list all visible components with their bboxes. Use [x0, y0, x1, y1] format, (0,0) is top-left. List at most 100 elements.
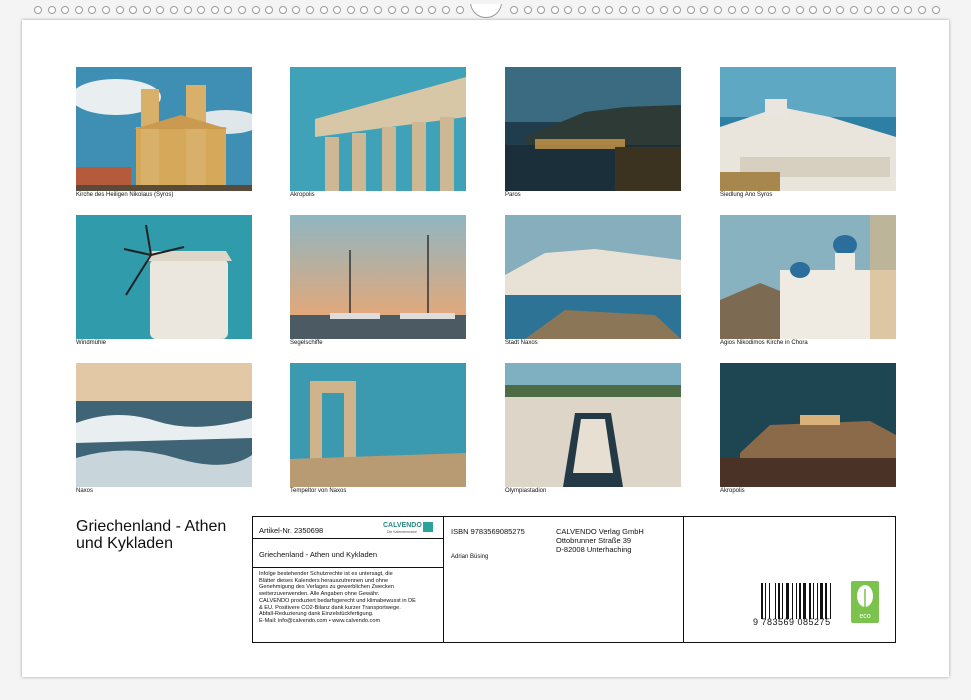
barcode: [761, 583, 831, 619]
binding-ring: [850, 6, 858, 14]
binding-ring: [700, 6, 709, 14]
photo-caption: Stadt Naxos: [505, 340, 538, 346]
binding-ring: [346, 6, 355, 14]
binding-ring: [632, 6, 641, 14]
binding-ring: [238, 6, 246, 14]
binding-ring: [319, 6, 328, 14]
binding-ring: [34, 6, 42, 14]
binding-ring: [61, 6, 70, 14]
binding-ring: [659, 6, 668, 14]
barcode-bar: [769, 583, 771, 619]
binding-ring: [306, 6, 314, 14]
photo-caption: Siedlung Ano Syros: [720, 192, 773, 198]
photo-caption: Naxos: [76, 488, 94, 494]
binding-ring: [904, 6, 913, 14]
binding-ring: [265, 6, 274, 14]
photo-caption: Kirche des Heiligen Nikolaus (Syros): [76, 192, 174, 198]
acropolis-night-photo: [720, 363, 896, 487]
barcode-bar: [796, 583, 797, 619]
binding-ring: [564, 6, 573, 14]
binding-ring: [251, 6, 260, 14]
binding-ring: [795, 6, 804, 14]
barcode-bar: [829, 583, 831, 619]
binding-ring: [156, 6, 165, 14]
binding-ring: [278, 6, 287, 14]
binding-ring: [210, 6, 219, 14]
barcode-bar: [808, 583, 811, 619]
binding-ring: [605, 6, 614, 14]
eco-badge: eco: [851, 581, 879, 623]
binding-ring: [102, 6, 110, 14]
article-number: Artikel-Nr. 2350698: [259, 526, 324, 535]
binding-ring: [47, 6, 56, 14]
photo-caption: Paros: [505, 192, 521, 198]
binding-ring: [197, 6, 206, 14]
binding-ring: [414, 6, 423, 14]
binding-ring: [129, 6, 138, 14]
windmill-photo: [76, 215, 252, 339]
binding-ring: [183, 6, 192, 14]
binding-ring: [727, 6, 736, 14]
barcode-digits: 9 783569 085275: [753, 617, 831, 627]
isbn: ISBN 9783569085275: [451, 527, 525, 536]
binding-ring: [768, 6, 777, 14]
binding-ring: [333, 6, 342, 14]
barcode-bar: [782, 583, 783, 619]
binding-ring: [686, 6, 695, 14]
binding-ring: [142, 6, 151, 14]
barcode-bar: [803, 583, 806, 619]
binding-ring: [115, 6, 124, 14]
barcode-bar: [812, 583, 814, 619]
eco-label: eco: [859, 613, 871, 620]
calvendo-logo-icon: [423, 522, 433, 532]
legal-text: Infolge bestehender Schutzrechte ist es …: [259, 571, 416, 624]
author: Adrian Büsing: [451, 554, 489, 560]
binding-ring: [510, 6, 518, 14]
barcode-bar: [817, 583, 818, 619]
binding-ring: [714, 6, 722, 14]
binding-ring: [401, 6, 410, 14]
photo-caption: Akropolis: [290, 192, 315, 198]
binding-ring: [224, 6, 233, 14]
photo-caption: Tempeltor von Naxos: [290, 488, 347, 494]
binding-ring: [822, 6, 831, 14]
portara-photo: [290, 363, 466, 487]
barcode-bar: [791, 583, 793, 619]
binding-ring: [550, 6, 559, 14]
binding-ring: [292, 6, 301, 14]
binding-ring: [673, 6, 682, 14]
binding-ring: [863, 6, 872, 14]
binding-ring: [360, 6, 369, 14]
binding-ring: [782, 6, 790, 14]
binding-ring: [523, 6, 532, 14]
barcode-bar: [761, 583, 763, 619]
parthenon-photo: [290, 67, 466, 191]
photo-caption: Segelschiffe: [290, 340, 323, 346]
binding-ring: [741, 6, 750, 14]
info-box: Artikel-Nr. 2350698 CALVENDO Die Kalende…: [252, 516, 896, 643]
binding-ring: [591, 6, 600, 14]
waves-photo: [76, 363, 252, 487]
photo-caption: Agios Nikodimos Kirche in Chora: [720, 340, 808, 346]
stadium-photo: [505, 363, 681, 487]
coastal-town-photo: [505, 215, 681, 339]
barcode-bar: [819, 583, 823, 619]
binding-ring: [374, 6, 382, 14]
binding-ring: [754, 6, 763, 14]
church-photo: [76, 67, 252, 191]
publisher-address: CALVENDO Verlag GmbH Ottobrunner Straße …: [556, 527, 644, 554]
binding-ring: [455, 6, 464, 14]
binding-ring: [618, 6, 627, 14]
binding-ring: [836, 6, 845, 14]
binding-ring: [890, 6, 899, 14]
binding-ring: [387, 6, 396, 14]
binding-ring: [88, 6, 97, 14]
calvendo-tagline: Die Kalendermarke: [387, 530, 417, 534]
barcode-bar: [775, 583, 776, 619]
binding-ring: [578, 6, 586, 14]
product-title: Griechenland - Athen und Kykladen: [259, 550, 377, 559]
binding-ring: [442, 6, 450, 14]
binding-ring: [428, 6, 437, 14]
binding-ring: [170, 6, 178, 14]
white-church-photo: [720, 215, 896, 339]
